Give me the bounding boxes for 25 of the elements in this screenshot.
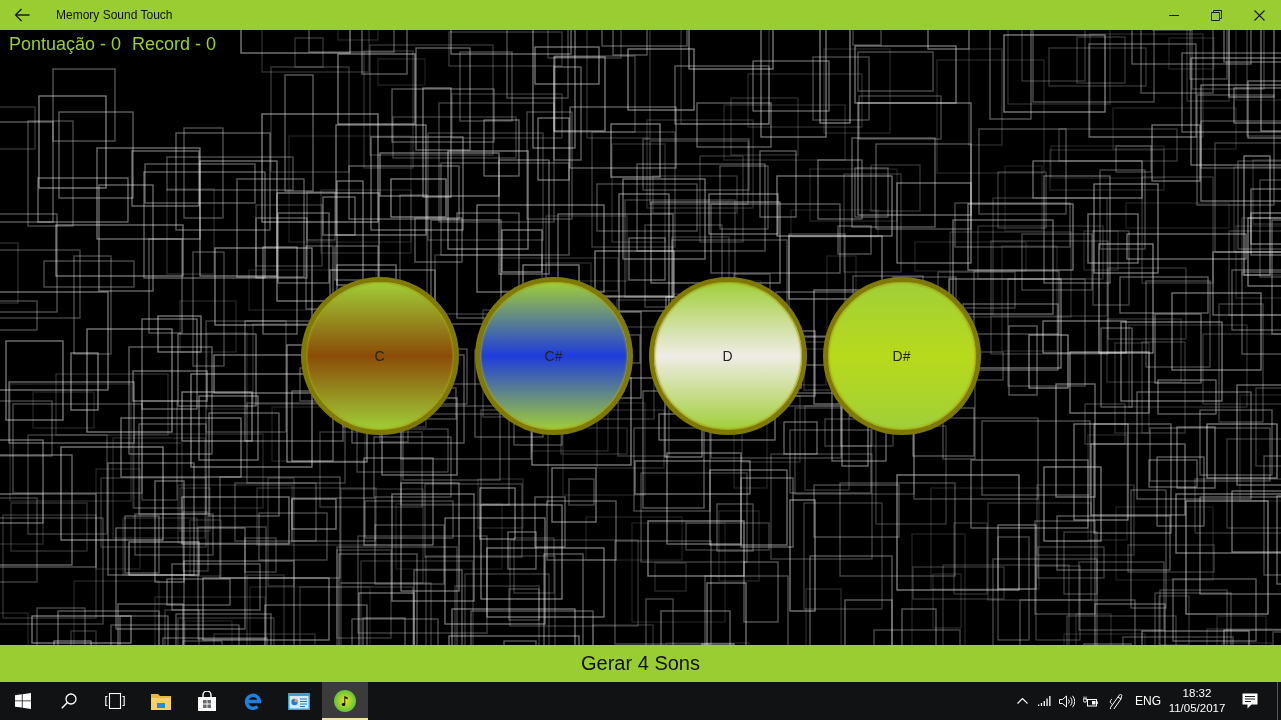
speaker-icon — [1058, 694, 1075, 708]
input-language-button[interactable]: ENG — [1130, 682, 1166, 720]
pen-icon — [1108, 693, 1124, 709]
chart-window-icon — [288, 692, 310, 710]
task-view-icon — [105, 693, 125, 709]
score-text: Pontuação - 0 — [9, 33, 122, 56]
generate-sounds-button[interactable]: Gerar 4 Sons — [0, 645, 1281, 682]
close-icon — [1254, 9, 1265, 21]
taskbar-app-button[interactable] — [322, 682, 368, 720]
notification-icon — [1242, 693, 1258, 709]
e-logo-icon — [244, 692, 262, 710]
shopping-bag-icon — [198, 691, 216, 711]
window-title: Memory Sound Touch — [56, 8, 173, 22]
minimize-icon — [1168, 14, 1179, 16]
chevron-up-icon — [1016, 698, 1028, 704]
record-text: Record - 0 — [132, 33, 217, 56]
back-arrow-icon — [14, 8, 30, 22]
signal-bars-icon — [1037, 696, 1051, 706]
clock-button[interactable]: 18:32 11/05/2017 — [1166, 682, 1228, 720]
restore-icon — [1211, 9, 1222, 21]
battery-icon — [1082, 695, 1098, 707]
windows-logo-icon — [15, 693, 31, 709]
search-icon — [61, 693, 77, 709]
music-note-icon — [334, 690, 356, 712]
folder-icon — [151, 692, 171, 710]
